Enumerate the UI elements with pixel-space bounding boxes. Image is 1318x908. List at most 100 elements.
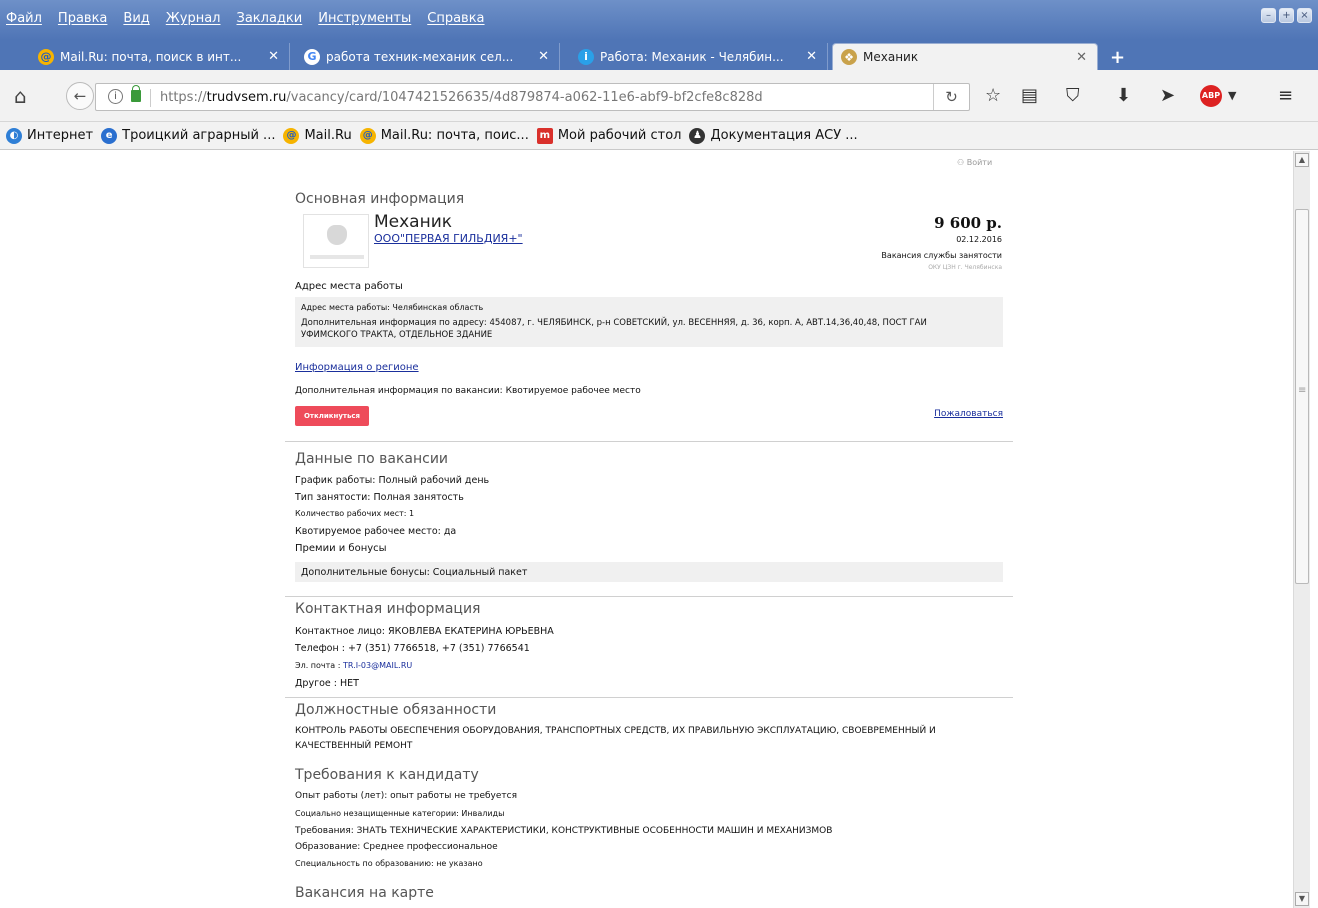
address-line-1: Адрес места работы: Челябинская область — [301, 303, 484, 312]
url-bar[interactable]: i https://trudvsem.ru/vacancy/card/10474… — [95, 83, 970, 111]
reading-list-icon[interactable]: ▤ — [1021, 85, 1038, 106]
company-link[interactable]: ООО"ПЕРВАЯ ГИЛЬДИЯ+" — [374, 232, 523, 245]
scroll-down-icon[interactable]: ▼ — [1295, 892, 1309, 906]
adblock-icon[interactable]: ABP — [1200, 85, 1222, 107]
contact-phone: Телефон : +7 (351) 7766518, +7 (351) 776… — [295, 643, 530, 654]
work-schedule: График работы: Полный рабочий день — [295, 475, 490, 486]
contacts-heading: Контактная информация — [295, 601, 481, 617]
email-label: Эл. почта : — [295, 661, 343, 670]
bookmark-asu-docs[interactable]: ♟ Документация АСУ ... — [689, 127, 858, 144]
minimize-icon[interactable]: – — [1261, 8, 1276, 23]
close-tab-icon[interactable]: ✕ — [268, 49, 279, 64]
bookmark-label: Мой рабочий стол — [557, 128, 682, 143]
requirement-skills: Требования: ЗНАТЬ ТЕХНИЧЕСКИЕ ХАРАКТЕРИС… — [295, 826, 833, 836]
url-text[interactable]: https://trudvsem.ru/vacancy/card/1047421… — [160, 90, 763, 105]
divider — [285, 697, 1013, 698]
tab-title: Mail.Ru: почта, поиск в инт... — [60, 49, 242, 64]
person-icon: ♟ — [689, 127, 706, 144]
tab-google[interactable]: G работа техник-механик сел... ✕ — [296, 43, 560, 70]
main-info-heading: Основная информация — [295, 191, 465, 207]
pocket-icon[interactable]: ⛉ — [1066, 85, 1080, 106]
scroll-up-icon[interactable]: ▲ — [1295, 153, 1309, 167]
send-icon[interactable]: ➤ — [1160, 85, 1175, 106]
close-tab-icon[interactable]: ✕ — [538, 49, 549, 64]
back-icon[interactable]: ← — [66, 82, 94, 110]
close-tab-icon[interactable]: ✕ — [806, 49, 817, 64]
tab-title: работа техник-механик сел... — [326, 49, 514, 64]
emblem-icon — [327, 225, 347, 245]
work-places-count: Количество рабочих мест: 1 — [295, 509, 415, 518]
vacancy-date: 02.12.2016 — [956, 235, 1002, 244]
emblem-icon: ❖ — [841, 49, 857, 65]
vacancy-source-org: ОКУ ЦЗН г. Челябинска — [928, 264, 1002, 271]
bookmarks-bar: ◐ Интернет e Троицкий аграрный ... @ Mai… — [0, 122, 1318, 150]
download-icon[interactable]: ⬇ — [1116, 85, 1131, 106]
job-title: Механик — [374, 212, 453, 232]
duties-line-1: КОНТРОЛЬ РАБОТЫ ОБЕСПЕЧЕНИЯ ОБОРУДОВАНИЯ… — [295, 726, 936, 736]
vacancy-data-heading: Данные по вакансии — [295, 451, 449, 467]
emblem-logo — [303, 214, 369, 268]
contact-email-row: Эл. почта : TR.I-03@MAIL.RU — [295, 661, 412, 670]
duties-heading: Должностные обязанности — [295, 702, 497, 718]
bookmark-troitsk[interactable]: e Троицкий аграрный ... — [101, 127, 275, 144]
close-window-icon[interactable]: × — [1297, 8, 1312, 23]
lock-icon[interactable] — [131, 85, 141, 102]
hamburger-menu-icon[interactable]: ≡ — [1278, 85, 1293, 106]
close-tab-icon[interactable]: ✕ — [1076, 50, 1087, 65]
new-tab-icon[interactable]: + — [1110, 47, 1125, 68]
region-info-link[interactable]: Информация о регионе — [295, 362, 419, 373]
requirement-education: Образование: Среднее профессиональное — [295, 842, 498, 852]
requirement-category: Социально незащищенные категории: Инвали… — [295, 809, 505, 818]
menu-history[interactable]: Журнал — [166, 11, 221, 26]
bookmark-mailru-search[interactable]: @ Mail.Ru: почта, поис... — [359, 127, 529, 144]
scroll-thumb[interactable] — [1295, 209, 1309, 584]
bookmark-label: Документация АСУ ... — [710, 128, 858, 143]
duties-line-2: КАЧЕСТВЕННЫЙ РЕМОНТ — [295, 741, 413, 751]
contact-email[interactable]: TR.I-03@MAIL.RU — [343, 661, 412, 670]
quota-place: Квотируемое рабочее место: да — [295, 526, 457, 537]
home-icon[interactable]: ⌂ — [14, 84, 27, 108]
respond-button[interactable]: Откликнуться — [295, 406, 369, 426]
chevron-down-icon[interactable]: ▼ — [1228, 89, 1236, 102]
login-link[interactable]: ⚇ Войти — [957, 158, 992, 167]
menu-edit[interactable]: Правка — [58, 11, 107, 26]
bookmark-site-icon: e — [101, 127, 118, 144]
bookmark-mailru[interactable]: @ Mail.Ru — [283, 127, 352, 144]
menu-file[interactable]: Файл — [6, 11, 42, 26]
bookmark-label: Mail.Ru: почта, поис... — [380, 128, 529, 143]
vacancy-source: Вакансия службы занятости — [881, 251, 1002, 260]
contact-person: Контактное лицо: ЯКОВЛЕВА ЕКАТЕРИНА ЮРЬЕ… — [295, 626, 554, 637]
tab-title: Механик — [863, 50, 919, 64]
tab-mailru[interactable]: @ Mail.Ru: почта, поиск в инт... ✕ — [30, 43, 290, 70]
vacancy-page: ⚇ Войти Основная информация Механик ООО"… — [285, 151, 1015, 908]
tab-work[interactable]: i Работа: Механик - Челябин... ✕ — [570, 43, 828, 70]
bookmark-star-icon[interactable]: ☆ — [985, 85, 1001, 106]
reload-icon[interactable]: ↻ — [933, 84, 969, 110]
contact-other: Другое : НЕТ — [295, 678, 359, 689]
mailru-icon: @ — [359, 127, 376, 144]
additional-bonuses: Дополнительные бонусы: Социальный пакет — [301, 567, 528, 578]
menu-help[interactable]: Справка — [427, 11, 484, 26]
menu-tools[interactable]: Инструменты — [318, 11, 411, 26]
info-icon[interactable]: i — [108, 89, 123, 104]
menu-view[interactable]: Вид — [123, 11, 149, 26]
mailru-icon: @ — [38, 48, 54, 65]
bookmark-internet[interactable]: ◐ Интернет — [6, 127, 93, 144]
address-label: Адрес места работы — [295, 281, 403, 292]
vertical-scrollbar[interactable]: ▲ ▼ — [1293, 151, 1310, 908]
maximize-icon[interactable]: + — [1279, 8, 1294, 23]
complain-link[interactable]: Пожаловаться — [934, 409, 1003, 419]
logo-caption — [310, 255, 364, 259]
map-heading: Вакансия на карте — [295, 885, 434, 901]
salary: 9 600 р. — [934, 214, 1002, 232]
menu-bookmarks[interactable]: Закладки — [237, 11, 303, 26]
tab-title: Работа: Механик - Челябин... — [600, 49, 784, 64]
address-line-2: Дополнительная информация по адресу: 454… — [301, 318, 927, 328]
divider — [285, 596, 1013, 597]
tab-mechanic[interactable]: ❖ Механик ✕ — [832, 43, 1098, 70]
url-separator — [150, 89, 151, 107]
mailru-icon: @ — [283, 127, 300, 144]
divider — [285, 441, 1013, 442]
bookmark-desktop[interactable]: m Мой рабочий стол — [536, 127, 682, 144]
globe-icon: ◐ — [6, 127, 22, 144]
